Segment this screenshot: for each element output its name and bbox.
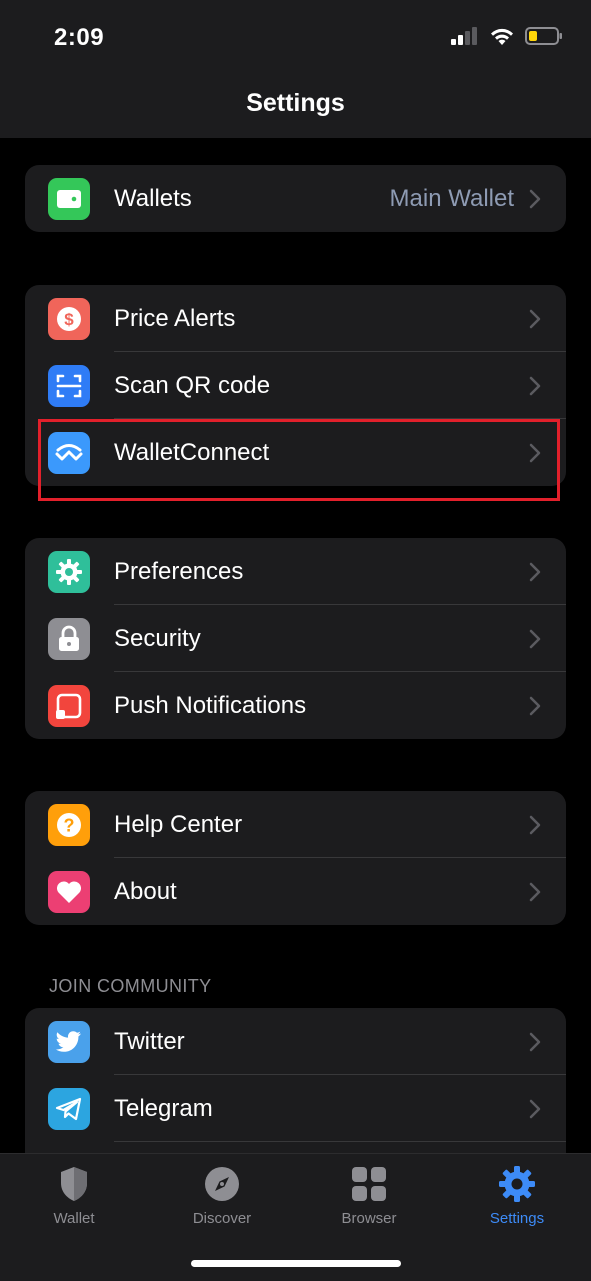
wallet-icon	[48, 178, 90, 220]
scan-qr-row[interactable]: Scan QR code	[25, 352, 566, 419]
dollar-icon: $	[48, 298, 90, 340]
preferences-row[interactable]: Preferences	[25, 538, 566, 605]
grid-icon	[352, 1167, 386, 1201]
price-alerts-label: Price Alerts	[114, 305, 236, 332]
twitter-icon	[48, 1021, 90, 1063]
tab-browser[interactable]: Browser	[299, 1164, 439, 1234]
chevron-right-icon	[529, 815, 541, 835]
tab-wallet-label: Wallet	[53, 1210, 95, 1227]
tab-wallet[interactable]: Wallet	[4, 1164, 144, 1234]
tab-discover-label: Discover	[192, 1210, 252, 1227]
gear-icon	[48, 551, 90, 593]
shield-icon	[61, 1167, 87, 1201]
heart-icon	[48, 871, 90, 913]
scan-qr-icon	[48, 365, 90, 407]
help-center-label: Help Center	[114, 811, 243, 838]
tab-discover[interactable]: Discover	[152, 1164, 292, 1234]
wifi-icon	[491, 28, 513, 45]
tab-settings-label: Settings	[489, 1210, 545, 1227]
compass-icon	[205, 1167, 239, 1201]
chevron-right-icon	[529, 629, 541, 649]
settings-list[interactable]: Wallets Main Wallet $ Price Alerts Scan …	[0, 138, 591, 1153]
page-title: Settings	[246, 89, 345, 117]
preferences-label: Preferences	[114, 558, 244, 585]
about-row[interactable]: About	[25, 858, 566, 925]
price-alerts-row[interactable]: $ Price Alerts	[25, 285, 566, 352]
chevron-right-icon	[529, 309, 541, 329]
wallets-group: Wallets Main Wallet	[25, 165, 566, 232]
twitter-row[interactable]: Twitter	[25, 1008, 566, 1075]
community-group: Twitter Telegram	[25, 1008, 566, 1153]
chevron-right-icon	[529, 443, 541, 463]
chevron-right-icon	[529, 562, 541, 582]
preferences-group: Preferences Security Push Notifications	[25, 538, 566, 739]
help-center-row[interactable]: ? Help Center	[25, 791, 566, 858]
question-icon: ?	[48, 804, 90, 846]
walletconnect-label: WalletConnect	[114, 439, 270, 466]
about-label: About	[114, 878, 177, 905]
telegram-icon	[48, 1088, 90, 1130]
status-time: 2:09	[54, 24, 105, 51]
walletconnect-icon	[48, 432, 90, 474]
chevron-right-icon	[529, 882, 541, 902]
svg-text:$: $	[64, 310, 74, 329]
chevron-right-icon	[529, 696, 541, 716]
tab-settings[interactable]: Settings	[447, 1164, 587, 1234]
tab-browser-label: Browser	[341, 1210, 397, 1227]
status-bar: 2:09	[0, 0, 591, 75]
telegram-row[interactable]: Telegram	[25, 1075, 566, 1142]
gear-icon	[499, 1166, 535, 1202]
wallets-row[interactable]: Wallets Main Wallet	[25, 165, 566, 232]
chevron-right-icon	[529, 1032, 541, 1052]
tools-group: $ Price Alerts Scan QR code WalletConnec…	[25, 285, 566, 486]
tab-bar: Wallet Discover Browser Settings	[0, 1153, 591, 1281]
svg-text:?: ?	[64, 816, 75, 836]
battery-icon	[525, 27, 562, 45]
chevron-right-icon	[529, 376, 541, 396]
wallets-value: Main Wallet	[389, 185, 514, 212]
push-notifications-row[interactable]: Push Notifications	[25, 672, 566, 739]
twitter-label: Twitter	[114, 1028, 185, 1055]
home-indicator	[191, 1260, 401, 1267]
push-notifications-label: Push Notifications	[114, 692, 307, 719]
chevron-right-icon	[529, 189, 541, 209]
security-label: Security	[114, 625, 201, 652]
lock-icon	[48, 618, 90, 660]
wallets-label: Wallets	[114, 185, 192, 212]
navigation-bar: Settings	[0, 75, 591, 138]
scan-qr-label: Scan QR code	[114, 372, 271, 399]
signal-icon	[451, 27, 477, 45]
notification-icon	[48, 685, 90, 727]
support-group: ? Help Center About	[25, 791, 566, 925]
status-icons	[451, 26, 563, 46]
telegram-label: Telegram	[114, 1095, 213, 1122]
chevron-right-icon	[529, 1099, 541, 1119]
community-section-header: JOIN COMMUNITY	[49, 976, 212, 996]
walletconnect-row[interactable]: WalletConnect	[25, 419, 566, 486]
security-row[interactable]: Security	[25, 605, 566, 672]
